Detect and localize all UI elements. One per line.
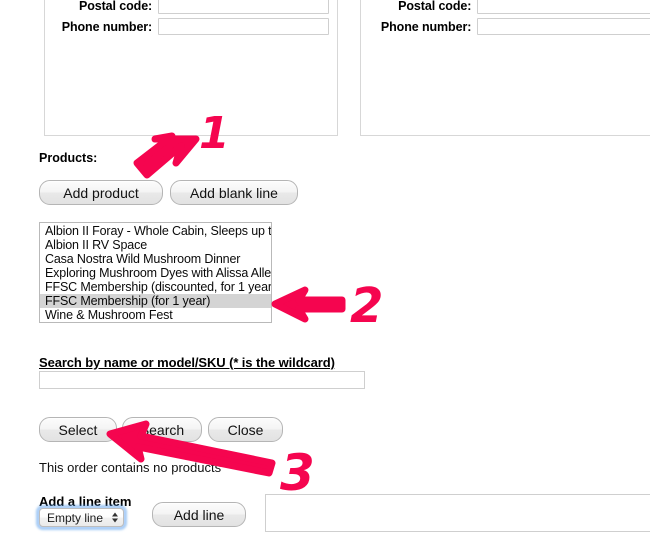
phone-number-field[interactable] (158, 18, 329, 35)
postal-code-label: Postal code: (398, 0, 472, 13)
products-heading: Products: (39, 151, 98, 165)
product-listbox[interactable]: Albion II Foray - Whole Cabin, Sleeps up… (39, 222, 272, 323)
address-row: Phone number: (369, 16, 650, 37)
phone-number-label: Phone number: (61, 19, 153, 34)
postal-code-field[interactable] (477, 0, 650, 14)
close-button[interactable]: Close (208, 417, 283, 442)
address-row: Phone number: (53, 16, 329, 37)
search-button[interactable]: Search (122, 417, 202, 442)
line-item-select-focus-ring: Empty line (37, 506, 127, 529)
address-row: Postal code: (53, 0, 329, 16)
product-option[interactable]: Albion II Foray - Whole Cabin, Sleeps up… (40, 224, 271, 238)
add-blank-line-button[interactable]: Add blank line (170, 180, 298, 205)
product-option[interactable]: Wine & Mushroom Fest (40, 308, 271, 322)
select-button[interactable]: Select (39, 417, 117, 442)
annotation-arrow-2 (271, 286, 346, 323)
search-input[interactable] (39, 371, 365, 389)
annotation-arrow-1 (133, 132, 200, 179)
postal-code-field[interactable] (158, 0, 329, 14)
phone-number-label: Phone number: (380, 19, 472, 34)
product-option[interactable]: Casa Nostra Wild Mushroom Dinner (40, 252, 271, 266)
line-item-type-select[interactable]: Empty line (39, 508, 125, 527)
postal-code-label: Postal code: (79, 0, 153, 13)
selected-product-option[interactable]: FFSC Membership (for 1 year) (40, 294, 271, 308)
line-item-type-value: Empty line (47, 510, 104, 525)
add-line-button[interactable]: Add line (152, 502, 246, 527)
add-product-button[interactable]: Add product (39, 180, 163, 205)
annotation-number-3: 3 (280, 444, 315, 502)
search-label: Search by name or model/SKU (* is the wi… (39, 355, 335, 370)
annotation-number-2: 2 (350, 278, 384, 334)
line-item-text-field[interactable] (265, 494, 650, 532)
order-status-text: This order contains no products (39, 460, 222, 475)
product-option[interactable]: Exploring Mushroom Dyes with Alissa Alle… (40, 266, 271, 280)
chevron-updown-icon (111, 511, 118, 524)
address-row: Postal code: (369, 0, 650, 16)
shipping-address-panel: City: State/Province: - None - Country: … (360, 0, 650, 136)
product-option[interactable]: Albion II RV Space (40, 238, 271, 252)
billing-address-panel: City: State/Province: - None - Country: … (44, 0, 338, 136)
phone-number-field[interactable] (477, 18, 650, 35)
annotation-number-1: 1 (199, 108, 230, 159)
product-option[interactable]: FFSC Membership (discounted, for 1 year) (40, 280, 271, 294)
